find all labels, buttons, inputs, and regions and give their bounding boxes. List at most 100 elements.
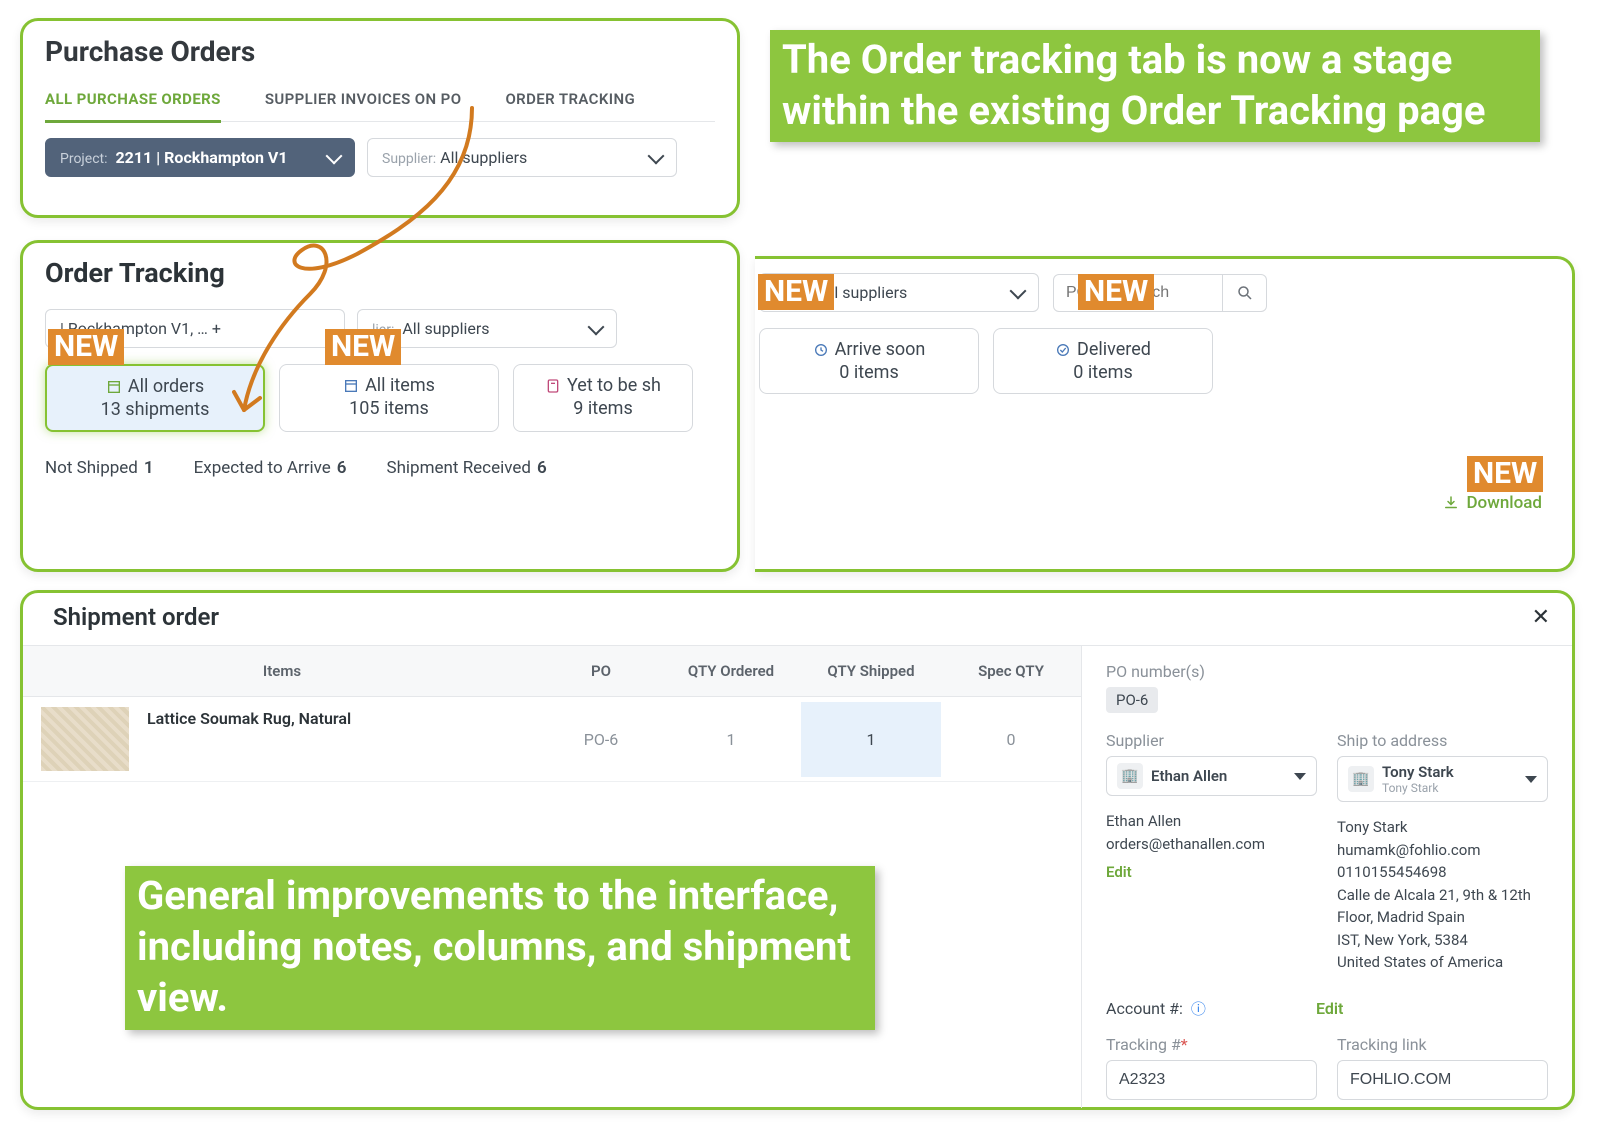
search-button[interactable] [1223, 274, 1267, 312]
search-icon [1236, 284, 1254, 302]
summary-value: 105 items [280, 398, 498, 419]
cell-spec-qty: 0 [941, 702, 1081, 777]
download-label: Download [1466, 493, 1542, 513]
project-label: Project: [60, 151, 108, 167]
summary-value: 0 items [760, 362, 978, 383]
table-row[interactable]: Lattice Soumak Rug, Natural PO-6 1 1 0 [23, 697, 1081, 782]
col-spec-qty: Spec QTY [941, 646, 1081, 696]
supplier-name: Ethan Allen [1106, 810, 1317, 833]
order-tracking-card-right: pplier: All suppliers Arrive soon 0 item… [755, 256, 1575, 572]
chevron-down-icon [1010, 282, 1027, 299]
check-circle-icon [1055, 342, 1071, 358]
status-expected-arrive[interactable]: Expected to Arrive6 [194, 458, 347, 478]
chevron-down-icon [588, 318, 605, 335]
shipto-line: IST, New York, 5384 [1337, 929, 1548, 952]
edit-supplier-link[interactable]: Edit [1106, 863, 1132, 881]
chevron-down-icon [1294, 773, 1306, 780]
supplier-label: Supplier: [382, 151, 436, 167]
order-tracking-title: Order Tracking [45, 257, 715, 289]
summary-label: Delivered [1077, 339, 1151, 360]
callout-top: The Order tracking tab is now a stage wi… [770, 30, 1540, 142]
download-link[interactable]: Download [1442, 493, 1542, 513]
summary-label: Yet to be sh [567, 375, 661, 396]
summary-arrive-soon[interactable]: Arrive soon 0 items [759, 328, 979, 394]
shipto-line: Floor, Madrid Spain [1337, 906, 1548, 929]
building-icon: 🏢 [1117, 763, 1143, 789]
tabs: ALL PURCHASE ORDERS SUPPLIER INVOICES ON… [45, 84, 715, 122]
summary-label: All orders [128, 376, 204, 397]
shipment-order-card: Shipment order ✕ Items PO QTY Ordered QT… [20, 590, 1575, 1110]
summary-value: 0 items [994, 362, 1212, 383]
new-badge: NEW [1467, 456, 1543, 492]
item-thumbnail [41, 707, 129, 771]
cell-po: PO-6 [541, 702, 661, 777]
supplier-value-2: All suppliers [402, 319, 489, 338]
shipto-line: Tony Stark [1337, 816, 1548, 839]
supplier-dropdown[interactable]: Supplier:All suppliers [367, 138, 677, 177]
new-badge: NEW [325, 329, 401, 365]
page-title: Purchase Orders [45, 35, 715, 68]
chevron-down-icon [648, 147, 665, 164]
cell-qty-ordered: 1 [661, 702, 801, 777]
supplier-label: Supplier [1106, 731, 1317, 750]
info-icon[interactable]: ⓘ [1191, 998, 1206, 1019]
summary-all-orders[interactable]: All orders 13 shipments [45, 364, 265, 432]
summary-label: All items [365, 375, 435, 396]
po-number-label: PO number(s) [1106, 662, 1548, 681]
edit-shipto-link[interactable]: Edit [1316, 999, 1343, 1018]
purchase-orders-card: Purchase Orders ALL PURCHASE ORDERS SUPP… [20, 18, 740, 218]
supplier-select[interactable]: 🏢 Ethan Allen [1106, 756, 1317, 796]
shipment-title: Shipment order [53, 603, 219, 631]
order-tracking-card: Order Tracking | Rockhampton V1, … + lie… [20, 240, 740, 572]
po-badge: PO-6 [1106, 687, 1158, 713]
account-label: Account #: [1106, 999, 1183, 1018]
box-icon [106, 379, 122, 395]
shipto-line: 0110155454698 [1337, 861, 1548, 884]
box-icon [343, 378, 359, 394]
status-shipment-received[interactable]: Shipment Received6 [386, 458, 546, 478]
new-badge: NEW [758, 274, 834, 310]
tracking-link-label: Tracking link [1337, 1035, 1548, 1054]
shipto-line: United States of America [1337, 951, 1548, 974]
clipboard-icon [545, 378, 561, 394]
col-qty-ordered: QTY Ordered [661, 646, 801, 696]
tab-all-purchase-orders[interactable]: ALL PURCHASE ORDERS [45, 84, 221, 123]
close-button[interactable]: ✕ [1532, 605, 1550, 630]
summary-all-items[interactable]: All items 105 items [279, 364, 499, 432]
supplier-selected: Ethan Allen [1151, 767, 1286, 785]
col-qty-shipped: QTY Shipped [801, 646, 941, 696]
col-po: PO [541, 646, 661, 696]
supplier-value: All suppliers [440, 148, 527, 167]
shipment-detail-panel: PO number(s) PO-6 Supplier 🏢 Ethan Allen… [1082, 646, 1572, 1108]
download-icon [1442, 494, 1460, 512]
callout-bottom: General improvements to the interface, i… [125, 866, 875, 1030]
tracking-no-input[interactable] [1106, 1060, 1317, 1100]
summary-value: 9 items [514, 398, 692, 419]
tab-order-tracking[interactable]: ORDER TRACKING [505, 84, 635, 121]
summary-label: Arrive soon [835, 339, 926, 360]
shipto-selected: Tony StarkTony Stark [1382, 763, 1517, 795]
building-icon: 🏢 [1348, 766, 1374, 792]
tracking-link-input[interactable] [1337, 1060, 1548, 1100]
project-dropdown[interactable]: Project: 2211 | Rockhampton V1 [45, 138, 355, 177]
chevron-down-icon [1525, 776, 1537, 783]
tracking-no-label: Tracking #* [1106, 1035, 1317, 1054]
item-name: Lattice Soumak Rug, Natural [147, 697, 541, 728]
shipto-line: Calle de Alcala 21, 9th & 12th [1337, 884, 1548, 907]
tab-supplier-invoices[interactable]: SUPPLIER INVOICES ON PO [265, 84, 462, 121]
summary-value: 13 shipments [47, 399, 263, 420]
cell-qty-shipped[interactable]: 1 [801, 702, 941, 777]
clock-icon [813, 342, 829, 358]
chevron-down-icon [326, 147, 343, 164]
shipto-label: Ship to address [1337, 731, 1548, 750]
new-badge: NEW [1078, 274, 1154, 310]
shipto-line: humamk@fohlio.com [1337, 839, 1548, 862]
summary-yet-to-ship[interactable]: Yet to be sh 9 items [513, 364, 693, 432]
col-items: Items [23, 646, 541, 696]
new-badge: NEW [48, 329, 124, 365]
supplier-email: orders@ethanallen.com [1106, 833, 1317, 856]
project-value: 2211 | Rockhampton V1 [115, 148, 287, 167]
summary-delivered[interactable]: Delivered 0 items [993, 328, 1213, 394]
status-not-shipped[interactable]: Not Shipped1 [45, 458, 154, 478]
shipto-select[interactable]: 🏢 Tony StarkTony Stark [1337, 756, 1548, 802]
